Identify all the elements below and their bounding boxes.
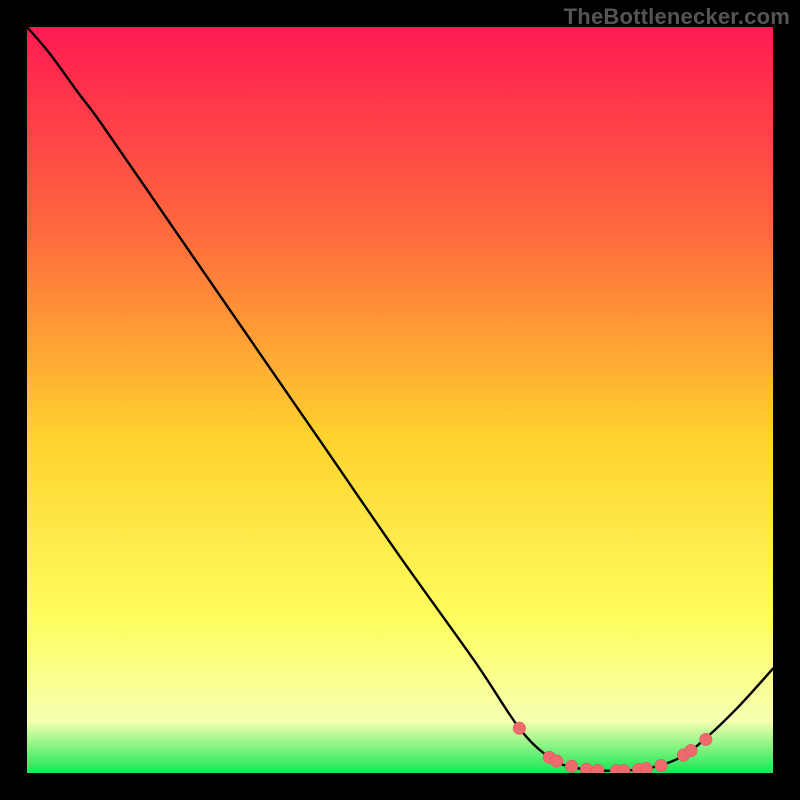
data-marker [565, 760, 578, 773]
chart-frame: TheBottlenecker.com [0, 0, 800, 800]
data-marker [580, 763, 593, 773]
plot-area [27, 27, 773, 773]
data-marker [550, 755, 563, 768]
data-marker [513, 722, 526, 735]
data-marker [700, 733, 713, 746]
watermark-text: TheBottlenecker.com [564, 4, 790, 30]
bottleneck-chart [27, 27, 773, 773]
gradient-background [27, 27, 773, 773]
data-marker [640, 762, 653, 773]
data-marker [655, 759, 668, 772]
data-marker [685, 744, 698, 757]
